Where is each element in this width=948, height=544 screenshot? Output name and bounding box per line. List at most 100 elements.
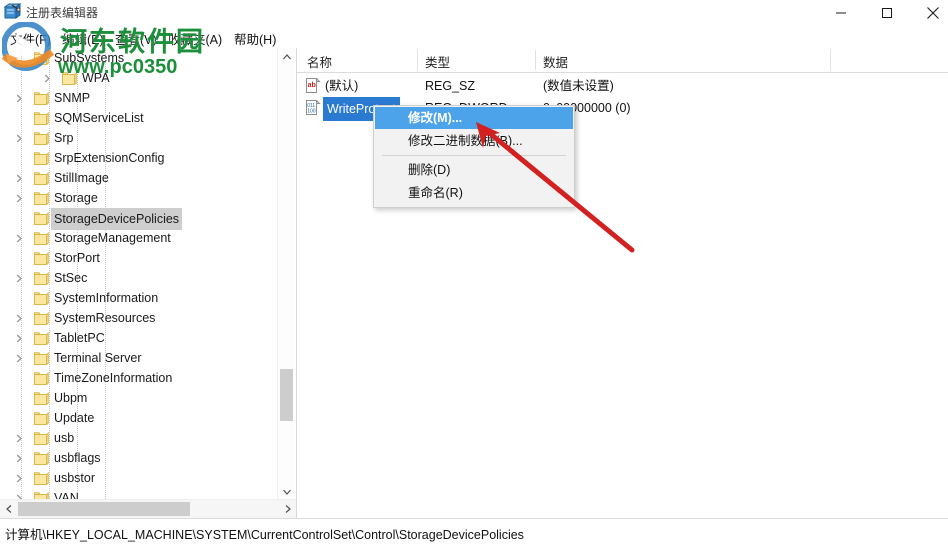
window-title: 注册表编辑器 (26, 6, 99, 20)
tree-item-label: SystemInformation (54, 291, 159, 305)
tree-item-label: TabletPC (54, 331, 105, 345)
chevron-right-icon[interactable] (12, 228, 26, 248)
scroll-left-icon[interactable] (0, 500, 17, 518)
chevron-right-icon[interactable] (12, 268, 26, 288)
chevron-right-icon[interactable] (12, 128, 26, 148)
tree-item-sqmservicelist[interactable]: SQMServiceList (0, 108, 279, 128)
column-header-name[interactable]: 名称 (307, 52, 332, 71)
column-header-type[interactable]: 类型 (425, 52, 450, 71)
tree-item-label: TimeZoneInformation (54, 371, 173, 385)
tree-item-srp[interactable]: Srp (0, 128, 279, 148)
tree-connector (12, 388, 24, 408)
tree-horizontal-scrollbar[interactable] (0, 499, 296, 518)
registry-editor-icon (3, 3, 22, 21)
maximize-button[interactable] (864, 0, 910, 26)
tree-item-label: SNMP (54, 91, 91, 105)
scroll-down-icon[interactable] (278, 483, 295, 500)
tree-item-label: usb (54, 431, 75, 445)
tree-item-label: Update (54, 411, 95, 425)
tree-connector (12, 48, 24, 68)
tree-item-tabletpc[interactable]: TabletPC (0, 328, 279, 348)
chevron-right-icon[interactable] (12, 188, 26, 208)
tree-item-label: Terminal Server (54, 351, 142, 365)
scroll-right-icon[interactable] (279, 500, 296, 518)
chevron-right-icon[interactable] (12, 428, 26, 448)
chevron-right-icon[interactable] (12, 308, 26, 328)
tree-connector (12, 248, 24, 268)
column-divider[interactable] (535, 50, 536, 70)
tree-item-usb[interactable]: usb (0, 428, 279, 448)
chevron-right-icon[interactable] (12, 348, 26, 368)
context-menu-item-rename[interactable]: 重命名(R) (375, 182, 573, 204)
menu-bar: 文件(F) 编辑(E) 查看(V) 收藏夹(A) 帮助(H) (0, 26, 948, 48)
dword-value-icon: 011 100 (305, 99, 321, 116)
title-bar: 注册表编辑器 (0, 0, 948, 26)
tree-item-storport[interactable]: StorPort (0, 248, 279, 268)
tree-item-label: SubSystems (54, 51, 125, 65)
close-button[interactable] (910, 0, 948, 26)
chevron-right-icon[interactable] (12, 448, 26, 468)
menu-file[interactable]: 文件(F) (8, 29, 53, 48)
tree-item-storage[interactable]: Storage (0, 188, 279, 208)
menu-view[interactable]: 查看(V) (113, 29, 159, 48)
context-menu-item-delete[interactable]: 删除(D) (375, 159, 573, 181)
tree-connector (12, 108, 24, 128)
context-menu-separator (382, 155, 566, 156)
column-header-data[interactable]: 数据 (543, 52, 568, 71)
tree-item-systeminformation[interactable]: SystemInformation (0, 288, 279, 308)
chevron-right-icon[interactable] (12, 468, 26, 488)
tree-item-usbflags[interactable]: usbflags (0, 448, 279, 468)
tree-item-label: usbflags (54, 451, 101, 465)
string-value-icon: ab (305, 77, 321, 94)
context-menu-item-modify[interactable]: 修改(M)... (375, 107, 573, 129)
tree-item-label: StSec (54, 271, 88, 285)
tree-item-snmp[interactable]: SNMP (0, 88, 279, 108)
tree-item-update[interactable]: Update (0, 408, 279, 428)
tree-rows-container: SubSystems WPA SNMP SQMServiceList Srp SrpExt… (0, 48, 279, 500)
svg-text:100: 100 (307, 108, 316, 114)
menu-help[interactable]: 帮助(H) (232, 29, 278, 48)
column-divider[interactable] (830, 50, 831, 70)
tree-item-label: StillImage (54, 171, 109, 185)
chevron-right-icon[interactable] (12, 88, 26, 108)
chevron-right-icon[interactable] (40, 68, 54, 88)
menu-favorites[interactable]: 收藏夹(A) (166, 29, 224, 48)
value-type: REG_SZ (425, 79, 476, 93)
tree-item-wpa[interactable]: WPA (0, 68, 279, 88)
tree-vertical-scrollbar[interactable] (277, 48, 295, 500)
tree-item-label: Storage (54, 191, 98, 205)
menu-edit[interactable]: 编辑(E) (60, 29, 106, 48)
tree-item-usbstor[interactable]: usbstor (0, 468, 279, 488)
registry-editor-window: 注册表编辑器 文件(F) 编辑(E) 查看(V) 收藏夹(A) 帮助(H) Su… (0, 0, 948, 544)
minimize-button[interactable] (818, 0, 864, 26)
tree-connector (12, 288, 24, 308)
table-row[interactable]: ab (默认) REG_SZ (数值未设置) (297, 75, 948, 97)
tree-item-stillimage[interactable]: StillImage (0, 168, 279, 188)
tree-item-label: Ubpm (54, 391, 88, 405)
context-menu-item-modify-binary[interactable]: 修改二进制数据(B)... (375, 130, 573, 152)
status-bar: 计算机\HKEY_LOCAL_MACHINE\SYSTEM\CurrentCon… (0, 518, 948, 544)
tree-item-label: StorPort (54, 251, 100, 265)
tree-hscrollbar-thumb[interactable] (18, 502, 190, 516)
tree-connector (12, 148, 24, 168)
chevron-right-icon[interactable] (12, 328, 26, 348)
value-data: (数值未设置) (543, 79, 614, 93)
tree-scrollbar-thumb[interactable] (280, 369, 293, 421)
tree-item-subsystems[interactable]: SubSystems (0, 48, 279, 68)
tree-item-stsec[interactable]: StSec (0, 268, 279, 288)
tree-item-label: Srp (54, 131, 74, 145)
scroll-up-icon[interactable] (278, 48, 295, 65)
tree-item-srpextensionconfig[interactable]: SrpExtensionConfig (0, 148, 279, 168)
tree-item-ubpm[interactable]: Ubpm (0, 388, 279, 408)
column-divider[interactable] (417, 50, 418, 70)
tree-item-timezoneinformation[interactable]: TimeZoneInformation (0, 368, 279, 388)
registry-tree[interactable]: SubSystems WPA SNMP SQMServiceList Srp SrpExt… (0, 48, 279, 500)
registry-tree-panel: SubSystems WPA SNMP SQMServiceList Srp SrpExt… (0, 48, 297, 518)
tree-item-systemresources[interactable]: SystemResources (0, 308, 279, 328)
context-menu: 修改(M)... 修改二进制数据(B)... 删除(D) 重命名(R) (373, 105, 575, 208)
tree-item-label: SystemResources (54, 311, 156, 325)
tree-item-storagedevicepolicies[interactable]: StorageDevicePolicies (0, 208, 279, 230)
chevron-right-icon[interactable] (12, 168, 26, 188)
tree-item-storagemanagement[interactable]: StorageManagement (0, 228, 279, 248)
tree-item-terminal-server[interactable]: Terminal Server (0, 348, 279, 368)
